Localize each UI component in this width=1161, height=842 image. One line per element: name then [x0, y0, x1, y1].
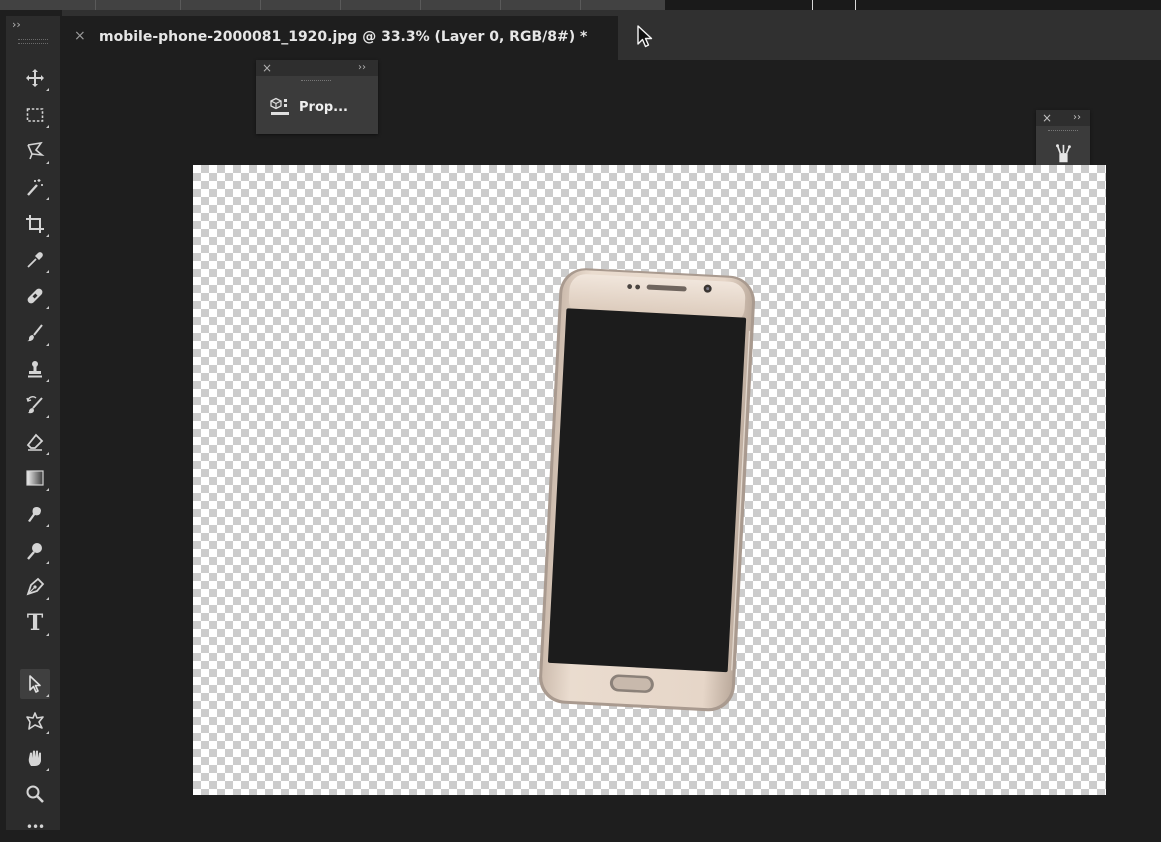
type-tool[interactable]: T — [20, 608, 50, 638]
crop-tool[interactable] — [20, 209, 50, 239]
options-divider — [340, 0, 341, 10]
eyedropper-icon — [27, 252, 43, 268]
dock-expand-button[interactable]: ›› — [1073, 111, 1081, 125]
arrow-icon — [29, 675, 41, 693]
dock-grip[interactable] — [1048, 130, 1078, 133]
pen-icon — [26, 577, 45, 596]
dodge-icon — [27, 543, 42, 560]
stamp-icon — [28, 361, 42, 378]
phone-image-layer[interactable] — [537, 266, 767, 716]
brush-icon — [27, 324, 43, 342]
smudge-tool[interactable] — [20, 499, 50, 529]
type-icon: T — [26, 610, 44, 636]
options-divider — [180, 0, 181, 10]
move-tool[interactable] — [20, 63, 50, 93]
options-divider — [95, 0, 96, 10]
dock-close-button[interactable]: × — [1042, 110, 1052, 126]
options-divider — [420, 0, 421, 10]
properties-grip[interactable] — [301, 80, 331, 83]
properties-panel: × ›› Prop... — [256, 60, 378, 134]
brushes-icon — [1056, 144, 1071, 163]
properties-label: Prop... — [299, 99, 348, 115]
options-bar-right — [665, 0, 1161, 10]
smudge-icon — [28, 507, 41, 522]
document-tab-title[interactable]: mobile-phone-2000081_1920.jpg @ 33.3% (L… — [99, 28, 587, 46]
options-divider — [500, 0, 501, 10]
rectangular-marquee-tool[interactable] — [20, 100, 50, 130]
more-tools[interactable]: ••• — [20, 812, 50, 842]
custom-shape-tool[interactable] — [20, 706, 50, 736]
brushes-panel-button[interactable] — [1049, 140, 1077, 168]
gradient-tool[interactable] — [20, 463, 50, 493]
smartphone-illustration — [539, 268, 756, 712]
shape-icon — [26, 712, 44, 730]
history-brush-tool[interactable] — [20, 390, 50, 420]
eraser-tool[interactable] — [20, 427, 50, 457]
options-divider — [260, 0, 261, 10]
hand-tool[interactable] — [20, 743, 50, 773]
lasso-tool[interactable] — [20, 136, 50, 166]
bandage-icon — [27, 288, 43, 304]
brush-tool[interactable] — [20, 318, 50, 348]
history-brush-icon — [26, 396, 43, 414]
more-icon: ••• — [25, 820, 45, 834]
magic-wand-tool[interactable] — [20, 172, 50, 202]
marquee-icon — [26, 108, 44, 122]
tab-close-button[interactable]: × — [74, 26, 86, 46]
properties-icon — [270, 97, 289, 115]
options-bar — [0, 0, 1161, 17]
pen-tool[interactable] — [20, 572, 50, 602]
zoom-tool[interactable] — [20, 779, 50, 809]
tools-collapse-button[interactable]: ›› — [12, 19, 21, 31]
zoom-icon — [26, 785, 44, 803]
lasso-icon — [27, 141, 45, 160]
gradient-icon — [26, 470, 44, 486]
magic-wand-icon — [27, 179, 43, 196]
crop-icon — [26, 215, 44, 233]
move-icon — [26, 69, 44, 87]
clone-stamp-tool[interactable] — [20, 354, 50, 384]
eyedropper-tool[interactable] — [20, 245, 50, 275]
path-selection-tool[interactable] — [20, 669, 50, 699]
properties-collapse-button[interactable]: ›› — [358, 61, 366, 75]
options-divider — [580, 0, 581, 10]
healing-brush-tool[interactable] — [20, 281, 50, 311]
properties-panel-button[interactable]: Prop... — [269, 96, 348, 118]
tools-grip[interactable] — [18, 39, 48, 44]
tools-panel: ›› T ••• — [6, 16, 60, 833]
properties-close-button[interactable]: × — [262, 60, 272, 76]
mouse-cursor-icon — [637, 25, 653, 48]
dodge-tool[interactable] — [20, 536, 50, 566]
eraser-icon — [26, 433, 44, 451]
hand-icon — [28, 750, 41, 766]
